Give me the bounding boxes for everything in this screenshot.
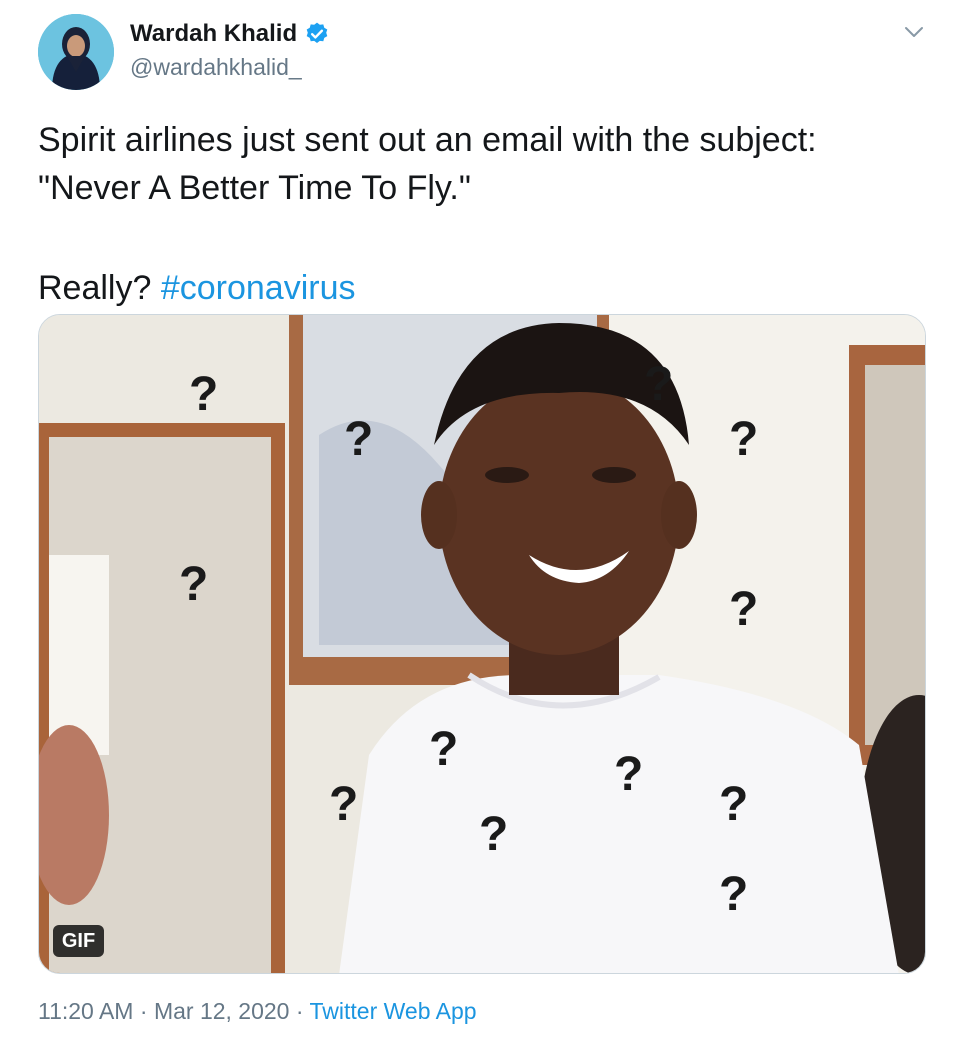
chevron-down-icon[interactable] bbox=[900, 22, 928, 42]
tweet-meta: 11:20 AM · Mar 12, 2020 · Twitter Web Ap… bbox=[38, 998, 477, 1025]
question-mark: ? bbox=[189, 368, 218, 421]
meta-separator: · bbox=[133, 998, 154, 1024]
hashtag-link[interactable]: #coronavirus bbox=[161, 269, 356, 307]
question-mark: ? bbox=[614, 748, 643, 801]
gif-media[interactable]: ? ? ? ? ? ? ? ? ? ? ? ? bbox=[38, 314, 926, 974]
question-mark: ? bbox=[344, 413, 373, 466]
avatar-image bbox=[38, 14, 114, 90]
question-mark: ? bbox=[719, 868, 748, 921]
question-mark: ? bbox=[179, 558, 208, 611]
tweet-text: Spirit airlines just sent out an email w… bbox=[38, 116, 938, 312]
tweet-line-reply: Really? #coronavirus bbox=[38, 264, 938, 312]
question-mark: ? bbox=[729, 413, 758, 466]
question-mark: ? bbox=[329, 778, 358, 831]
tweet-source-link[interactable]: Twitter Web App bbox=[310, 998, 477, 1024]
tweet-line: Spirit airlines just sent out an email w… bbox=[38, 121, 817, 159]
verified-badge-icon bbox=[306, 22, 328, 43]
question-mark: ? bbox=[719, 778, 748, 831]
question-mark: ? bbox=[729, 583, 758, 636]
question-marks-overlay: ? ? ? ? ? ? ? ? ? ? ? ? bbox=[179, 358, 758, 921]
tweet-date[interactable]: Mar 12, 2020 bbox=[154, 998, 290, 1024]
tweet-time[interactable]: 11:20 AM bbox=[38, 998, 133, 1024]
question-mark: ? bbox=[644, 358, 673, 411]
reply-text: Really? bbox=[38, 269, 161, 307]
avatar[interactable] bbox=[38, 14, 114, 90]
author-handle[interactable]: @wardahkhalid_ bbox=[130, 54, 302, 81]
author-name[interactable]: Wardah Khalid bbox=[130, 20, 297, 48]
question-mark: ? bbox=[479, 808, 508, 861]
meta-separator: · bbox=[289, 998, 310, 1024]
tweet-line: "Never A Better Time To Fly." bbox=[38, 169, 471, 207]
question-mark: ? bbox=[429, 723, 458, 776]
gif-badge: GIF bbox=[53, 925, 104, 957]
